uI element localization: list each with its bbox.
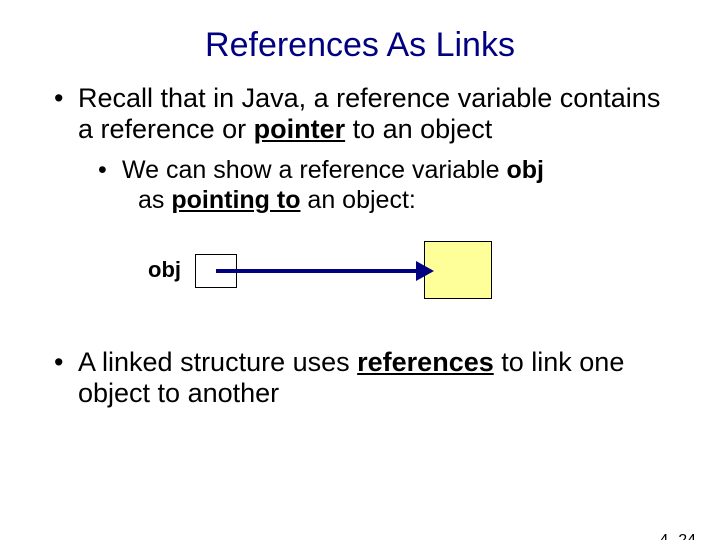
bullet-1-text-post: to an object: [345, 114, 492, 144]
bullet-2-em: pointing to: [171, 186, 300, 214]
bullet-1-em: pointer: [254, 114, 346, 144]
bullet-2-obj: obj: [506, 156, 544, 184]
bullet-1: Recall that in Java, a reference variabl…: [78, 83, 670, 215]
page-number: 4 -24: [660, 532, 696, 540]
bullet-3-em: references: [357, 347, 494, 377]
arrow-head-icon: [416, 261, 434, 281]
bullet-list-3: A linked structure uses references to li…: [0, 347, 720, 409]
bullet-list-1: Recall that in Java, a reference variabl…: [0, 83, 720, 215]
slide: References As Links Recall that in Java,…: [0, 26, 720, 540]
bullet-3-text-pre: A linked structure uses: [78, 347, 357, 377]
reference-diagram: obj: [120, 241, 580, 321]
object-box: [424, 241, 492, 299]
bullet-2-text-post: an object:: [300, 186, 415, 214]
bullet-2-text-pre: We can show a reference variable: [122, 156, 506, 184]
bullet-3: A linked structure uses references to li…: [78, 347, 670, 409]
obj-label: obj: [148, 257, 181, 283]
bullet-2: We can show a reference variable obj as …: [122, 155, 650, 215]
bullet-2-text-mid: as: [138, 186, 171, 214]
slide-title: References As Links: [0, 26, 720, 65]
arrow-line: [216, 269, 428, 273]
bullet-list-2: We can show a reference variable obj as …: [78, 155, 670, 215]
